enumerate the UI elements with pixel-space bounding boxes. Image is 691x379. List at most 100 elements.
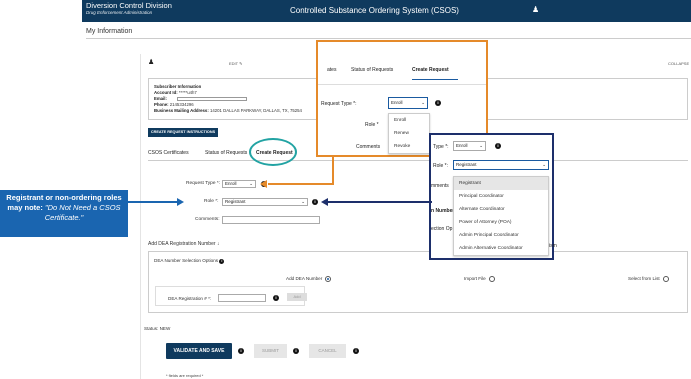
account-row: Account Id: *****u4h7: [154, 90, 197, 95]
radio-import-file[interactable]: [488, 276, 495, 282]
org-brand[interactable]: Diversion Control Division Drug Enforcem…: [86, 1, 172, 16]
cancel-button[interactable]: CANCEL: [309, 344, 346, 358]
dea-reg-input[interactable]: [218, 294, 266, 302]
dea-reg-label: DEA Registration # *:: [168, 296, 212, 301]
info-icon[interactable]: i: [273, 295, 279, 301]
role-label: Role *: [365, 122, 379, 128]
arrow-down-icon: ↓: [216, 241, 220, 247]
chevron-down-icon: ⌄: [249, 181, 253, 186]
request-type-value: Enroll: [225, 181, 237, 186]
option-add-label: Add DEA Number: [286, 276, 323, 282]
account-value: *****u4h7: [178, 90, 197, 95]
option-import-label: Import File: [464, 276, 486, 282]
request-type-label: Request Type *:: [186, 181, 221, 186]
collapse-link[interactable]: COLLAPSE: [668, 61, 689, 66]
page-title: My Information: [86, 28, 133, 35]
address-label: Business Mailing Address:: [154, 108, 209, 113]
email-field[interactable]: [177, 97, 247, 101]
menu-item-alternate-coordinator[interactable]: Alternate Coordinator: [454, 203, 548, 216]
radio-add-dea[interactable]: [325, 276, 332, 282]
info-icon[interactable]: i: [238, 348, 244, 354]
menu-item-registrant[interactable]: Registrant: [454, 177, 548, 190]
comments-field[interactable]: [222, 216, 320, 224]
org-subtitle: Drug Enforcement Administration: [86, 10, 153, 15]
phone-row: Phone: 2145334296: [154, 102, 194, 107]
highlight-circle: [249, 138, 297, 166]
radio-select-list[interactable]: [662, 276, 669, 282]
role-select[interactable]: Registrant ⌄: [222, 198, 308, 206]
comments-label: Comments:: [195, 217, 220, 222]
orange-connector: [268, 183, 334, 185]
navy-connector: [328, 201, 432, 203]
pencil-icon: ✎: [239, 61, 243, 66]
account-label: Account Id:: [154, 90, 178, 95]
right-partial: ism: [549, 243, 557, 249]
menu-item-admin-alternative-coordinator[interactable]: Admin Alternative Coordinator: [454, 242, 548, 255]
request-type-select[interactable]: Enroll ⌄: [388, 97, 428, 109]
validate-and-save-button[interactable]: VALIDATE AND SAVE: [166, 343, 232, 359]
role-label: Role *:: [433, 163, 449, 169]
add-dea-button[interactable]: Add: [287, 293, 307, 301]
comments-label: Comments: [356, 144, 381, 150]
top-banner: Diversion Control Division Drug Enforcem…: [82, 0, 691, 22]
option-select-list[interactable]: Select from List: [628, 276, 669, 282]
chevron-down-icon: ⌄: [301, 199, 305, 204]
role-value: Registrant: [456, 162, 477, 167]
email-row: Email:: [154, 96, 167, 101]
tab-create-request[interactable]: Create Request: [412, 67, 449, 73]
edit-link[interactable]: EDIT ✎: [229, 61, 243, 66]
option-list-label: Select from List: [628, 276, 660, 282]
subscriber-heading: Subscriber Information: [154, 84, 201, 89]
menu-item-power-of-attorney[interactable]: Power of Attorney (POA): [454, 216, 548, 229]
status-text: Status: NEW: [144, 326, 171, 331]
address-value: 14201 DALLAS PARKWAY, DALLAS, TX, 75254: [209, 108, 302, 113]
dea-section-title-text: Add DEA Registration Number: [148, 241, 216, 247]
create-request-instructions-button[interactable]: CREATE REQUEST INSTRUCTIONS: [148, 128, 218, 137]
address-row: Business Mailing Address: 14201 DALLAS P…: [154, 108, 302, 113]
info-icon[interactable]: i: [435, 100, 441, 106]
person-icon: ♟: [148, 59, 155, 66]
menu-item-admin-principal-coordinator[interactable]: Admin Principal Coordinator: [454, 229, 548, 242]
callout-role: Type *: Enroll ⌄ i Role *: Registrant ⌄ mm…: [429, 133, 557, 260]
info-icon[interactable]: i: [219, 259, 225, 264]
menu-item-enroll[interactable]: Enroll: [389, 114, 429, 127]
option-add-dea[interactable]: Add DEA Number: [286, 276, 332, 282]
annotation-note: Registrant or non-ordering roles may not…: [0, 190, 128, 237]
type-select[interactable]: Enroll ⌄: [453, 141, 486, 151]
dea-options-label: DEA Number Selection Options i: [154, 258, 225, 264]
active-tab-underline: [412, 79, 458, 80]
orange-arrowhead-icon: [260, 180, 267, 188]
info-icon[interactable]: i: [353, 348, 359, 354]
edit-label: EDIT: [229, 61, 239, 66]
info-icon[interactable]: i: [293, 348, 299, 354]
dea-options-text: DEA Number Selection Options: [154, 258, 219, 263]
tab-status-of-requests[interactable]: Status of Requests: [351, 67, 393, 73]
person-icon[interactable]: ♟: [532, 5, 539, 14]
phone-label: Phone:: [154, 102, 169, 107]
menu-item-renew[interactable]: Renew: [389, 127, 429, 140]
option-import-file[interactable]: Import File: [464, 276, 495, 282]
menu-item-principal-coordinator[interactable]: Principal Coordinator: [454, 190, 548, 203]
app-title: Controlled Substance Ordering System (CS…: [290, 6, 459, 15]
type-value: Enroll: [456, 143, 468, 148]
menu-item-revoke[interactable]: Revoke: [389, 140, 429, 153]
role-value: Registrant: [225, 199, 246, 204]
request-type-menu: Enroll Renew Revoke: [388, 113, 430, 154]
role-label: Role *:: [204, 199, 219, 204]
role-select[interactable]: Registrant ⌄: [453, 160, 549, 170]
email-label: Email:: [154, 96, 167, 101]
submit-button[interactable]: SUBMIT: [254, 344, 287, 358]
info-icon[interactable]: i: [495, 143, 501, 149]
request-type-value: Enroll: [391, 100, 403, 105]
request-type-label: Request Type *:: [321, 101, 357, 107]
info-icon[interactable]: i: [312, 199, 318, 205]
tab-status-of-requests[interactable]: Status of Requests: [205, 150, 247, 156]
note-connector: [128, 201, 180, 203]
chevron-down-icon: ⌄: [542, 162, 546, 167]
tab-csos-certificates[interactable]: CSOS Certificates: [148, 150, 189, 156]
tab-partial[interactable]: ates: [327, 67, 336, 73]
dea-section-title: Add DEA Registration Number ↓: [148, 241, 219, 247]
request-type-select[interactable]: Enroll ⌄: [222, 180, 256, 188]
options-partial: ection Op: [431, 226, 453, 232]
org-title: Diversion Control Division: [86, 1, 172, 10]
